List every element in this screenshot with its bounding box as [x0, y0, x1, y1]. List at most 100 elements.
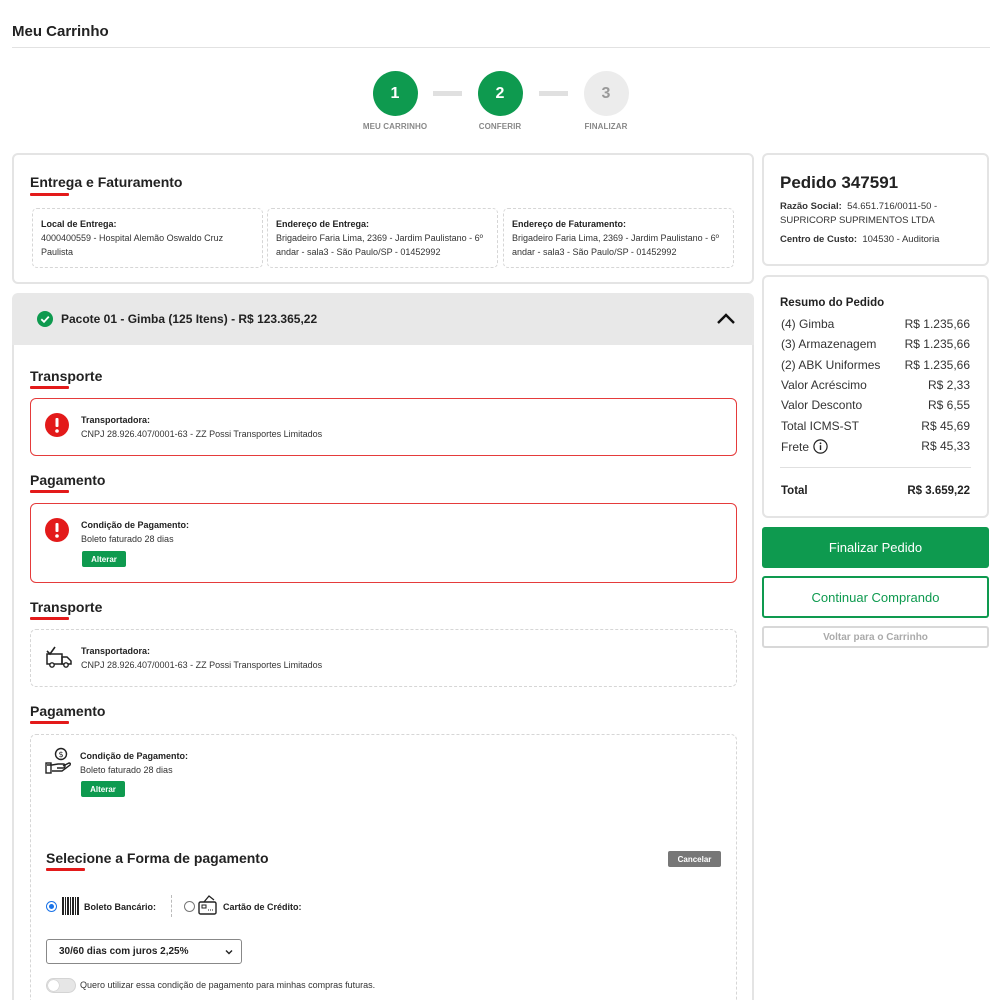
pacote-header[interactable]: Pacote 01 - Gimba (125 Itens) - R$ 123.3… [12, 293, 754, 345]
step-1-circle: 1 [372, 71, 418, 116]
local-entrega-value: 4000400559 - Hospital Alemão Oswaldo Cru… [41, 233, 224, 257]
cartao-label[interactable]: Cartão de Crédito: [223, 902, 302, 912]
endereco-faturamento-box: Endereço de Faturamento: Brigadeiro Fari… [503, 208, 734, 268]
transporte-title: Transporte [30, 599, 103, 615]
pedido-card: Pedido 347591 Razão Social: 54.651.716/0… [762, 153, 989, 266]
summary-row: (3) Armazenagem R$ 1.235,66 [781, 337, 970, 351]
barcode-icon [61, 896, 81, 916]
credit-card-icon [197, 894, 219, 916]
summary-label: (3) Armazenagem [781, 337, 877, 351]
centro-value: 104530 - Auditoria [862, 234, 940, 245]
truck-icon [45, 645, 73, 669]
parcelamento-select[interactable]: 30/60 dias com juros 2,25% [46, 939, 242, 964]
endereco-faturamento-value: Brigadeiro Faria Lima, 2369 - Jardim Pau… [512, 233, 719, 257]
summary-value: R$ 2,33 [927, 378, 970, 392]
condicao-label: Condição de Pagamento: [81, 520, 190, 530]
summary-total-row: Total R$ 3.659,22 [781, 485, 970, 497]
frete-label-wrap: Frete [781, 439, 828, 454]
transporte-title: Transporte [30, 368, 103, 384]
transportadora-label: Transportadora: [81, 646, 151, 656]
summary-value: R$ 45,69 [921, 419, 970, 433]
info-icon[interactable] [813, 439, 828, 454]
forma-pagamento-title: Selecione a Forma de pagamento [46, 850, 269, 866]
razao-social: Razão Social: 54.651.716/0011-50 - SUPRI… [780, 200, 975, 228]
transporte-box: Transportadora: CNPJ 28.926.407/0001-63 … [30, 629, 737, 687]
title-underline [30, 617, 69, 620]
alterar-button[interactable]: Alterar [82, 551, 126, 567]
step-meu-carrinho[interactable]: 1 MEU CARRINHO [340, 71, 450, 131]
total-label: Total [781, 485, 808, 497]
total-value: R$ 3.659,22 [907, 485, 970, 497]
summary-label: Valor Acréscimo [781, 378, 867, 392]
endereco-entrega-box: Endereço de Entrega: Brigadeiro Faria Li… [267, 208, 498, 268]
alterar-button[interactable]: Alterar [81, 781, 125, 797]
summary-row: (4) Gimba R$ 1.235,66 [781, 317, 970, 331]
transportadora-label: Transportadora: [81, 415, 151, 425]
pagamento-title: Pagamento [30, 703, 106, 719]
check-circle-icon [37, 311, 53, 327]
pacote-body: Transporte Transportadora: CNPJ 28.926.4… [12, 345, 754, 1000]
entrega-title: Entrega e Faturamento [30, 174, 183, 190]
checkout-stepper: 1 MEU CARRINHO 2 CONFERIR 3 FINALIZAR [340, 71, 670, 133]
continuar-comprando-button[interactable]: Continuar Comprando [762, 576, 989, 618]
transportadora-value: CNPJ 28.926.407/0001-63 - ZZ Possi Trans… [81, 429, 323, 439]
summary-label: Frete [781, 439, 810, 454]
condicao-label: Condição de Pagamento: [80, 751, 189, 761]
summary-label: Total ICMS-ST [781, 419, 860, 433]
summary-value: R$ 1.235,66 [904, 337, 970, 351]
centro-custo: Centro de Custo: 104530 - Auditoria [780, 234, 980, 245]
pagamento-alert-box: Condição de Pagamento: Boleto faturado 2… [30, 503, 737, 583]
step-3-label: FINALIZAR [584, 122, 628, 131]
parcelamento-selected: 30/60 dias com juros 2,25% [59, 946, 189, 957]
step-finalizar[interactable]: 3 FINALIZAR [551, 71, 661, 131]
step-2-label: CONFERIR [478, 122, 522, 131]
endereco-entrega-value: Brigadeiro Faria Lima, 2369 - Jardim Pau… [276, 233, 483, 257]
title-underline [30, 490, 69, 493]
summary-label: Valor Desconto [781, 398, 863, 412]
boleto-label[interactable]: Boleto Bancário: [84, 902, 156, 912]
radio-divider [171, 895, 172, 917]
cartao-radio[interactable] [184, 901, 195, 912]
pedido-title: Pedido 347591 [780, 173, 899, 192]
payment-hand-icon: $ [45, 747, 73, 775]
summary-value: R$ 1.235,66 [904, 358, 970, 372]
step-2-circle: 2 [477, 71, 523, 116]
pagamento-box: $ Condição de Pagamento: Boleto faturado… [30, 734, 737, 1000]
svg-text:$: $ [58, 750, 63, 759]
voltar-carrinho-button[interactable]: Voltar para o Carrinho [762, 626, 989, 648]
finalizar-pedido-button[interactable]: Finalizar Pedido [762, 527, 989, 568]
future-condition-toggle[interactable] [46, 978, 76, 993]
summary-value: R$ 6,55 [927, 398, 970, 412]
summary-row: Total ICMS-ST R$ 45,69 [781, 419, 970, 433]
summary-row: Valor Desconto R$ 6,55 [781, 398, 970, 412]
alert-icon [45, 518, 69, 542]
summary-row: Valor Acréscimo R$ 2,33 [781, 378, 970, 392]
summary-value: R$ 1.235,66 [904, 317, 970, 331]
centro-label: Centro de Custo: [780, 234, 858, 245]
alert-icon [45, 413, 69, 437]
step-conferir[interactable]: 2 CONFERIR [445, 71, 555, 131]
transportadora-value: CNPJ 28.926.407/0001-63 - ZZ Possi Trans… [81, 660, 323, 670]
boleto-radio[interactable] [46, 901, 57, 912]
condicao-value: Boleto faturado 28 dias [81, 534, 174, 544]
entrega-faturamento-card: Entrega e Faturamento Local de Entrega: … [12, 153, 754, 284]
local-entrega-label: Local de Entrega: [41, 219, 117, 229]
pagamento-title: Pagamento [30, 472, 106, 488]
title-underline [46, 868, 85, 871]
summary-divider [780, 467, 971, 468]
summary-row: (2) ABK Uniformes R$ 1.235,66 [781, 358, 970, 372]
condicao-value: Boleto faturado 28 dias [80, 765, 173, 775]
title-underline [30, 193, 69, 196]
step-1-label: MEU CARRINHO [362, 122, 428, 131]
summary-label: (4) Gimba [781, 317, 835, 331]
summary-value: R$ 45,33 [921, 439, 970, 453]
endereco-faturamento-label: Endereço de Faturamento: [512, 219, 627, 229]
local-entrega-box: Local de Entrega: 4000400559 - Hospital … [32, 208, 263, 268]
title-divider [12, 47, 990, 48]
resumo-title: Resumo do Pedido [780, 297, 885, 309]
title-underline [30, 721, 69, 724]
cancelar-button[interactable]: Cancelar [668, 851, 721, 867]
resumo-card: Resumo do Pedido (4) Gimba R$ 1.235,66 (3… [762, 275, 989, 518]
chevron-up-icon[interactable] [716, 311, 736, 325]
title-underline [30, 386, 69, 389]
